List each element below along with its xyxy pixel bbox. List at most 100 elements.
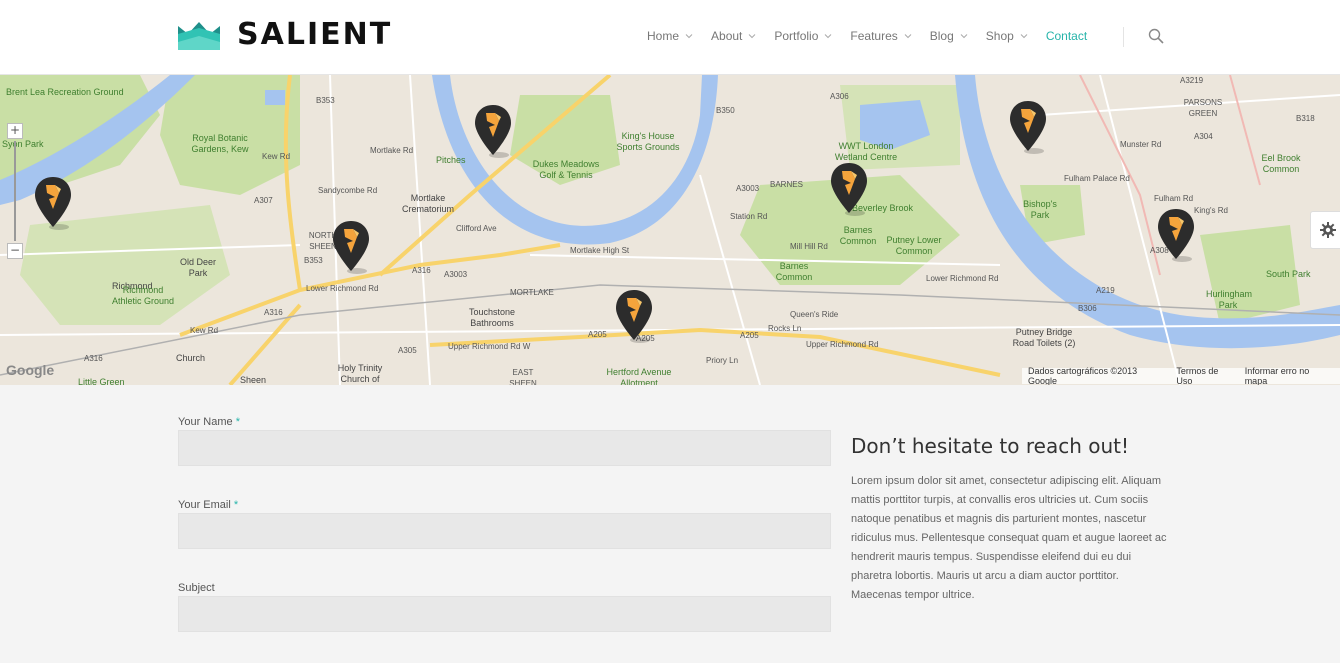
site-logo[interactable]: SALIENT [178, 20, 392, 50]
map-label: Church [176, 353, 206, 363]
map-marker-icon[interactable] [1156, 207, 1196, 263]
map-label: PARSONS GREEN [1183, 98, 1223, 118]
road-label: Munster Rd [1120, 140, 1162, 149]
road-label: Kew Rd [190, 326, 219, 335]
map-label: Old Deer Park [179, 257, 216, 278]
map-label: Sheen [240, 375, 267, 385]
road-label: B353 [304, 256, 323, 265]
road-label: Upper Richmond Rd W [448, 342, 531, 351]
road-label: Kew Rd [262, 152, 291, 161]
map-label: Putney Lower Common [886, 235, 942, 256]
map-data-credit: Dados cartográficos ©2013 Google [1028, 366, 1138, 385]
name-label: Your Name * [178, 414, 831, 430]
road-label: B350 [716, 106, 735, 115]
nav-label: Shop [985, 29, 1014, 43]
chevron-down-icon [960, 34, 968, 39]
map-canvas [0, 75, 1340, 385]
chevron-down-icon [904, 34, 912, 39]
road-label: A316 [84, 354, 103, 363]
map-label: Holy Trinity Church of England [337, 363, 383, 384]
nav-label: Contact [1045, 29, 1088, 43]
road-label: A219 [1096, 286, 1115, 295]
nav-home[interactable]: Home [647, 27, 693, 45]
road-label: B306 [1078, 304, 1097, 313]
required-marker: * [233, 499, 239, 511]
search-icon[interactable] [1148, 28, 1164, 44]
contact-form: Your Name * Your Email * Subject [178, 410, 831, 663]
road-label: A205 [740, 331, 759, 340]
map-label: King's House Sports Grounds [616, 131, 680, 152]
nav-label: Features [850, 29, 898, 43]
road-label: A304 [1194, 132, 1213, 141]
map-label: EAST SHEEN [509, 368, 537, 385]
map-marker-icon[interactable] [829, 161, 869, 217]
map-marker-icon[interactable] [33, 175, 73, 231]
road-label: A3219 [1180, 76, 1204, 85]
subject-input[interactable] [178, 596, 831, 632]
road-label: B318 [1296, 114, 1315, 123]
road-label: Queen's Ride [790, 310, 839, 319]
map-label: Little Green [78, 377, 125, 385]
nav-portfolio[interactable]: Portfolio [774, 27, 832, 45]
field-label-text: Subject [178, 582, 215, 594]
map-marker-icon[interactable] [614, 288, 654, 344]
chevron-down-icon [685, 34, 693, 39]
map-label: Touchstone Bathrooms [468, 307, 516, 328]
terms-link[interactable]: Termos de Uso [1176, 366, 1236, 385]
subject-field-group: Subject [178, 580, 831, 632]
road-label: A3003 [444, 270, 468, 279]
road-label: A316 [264, 308, 283, 317]
report-error-link[interactable]: Informar erro no mapa [1245, 366, 1334, 385]
map-label: Bishop's Park [1023, 199, 1057, 220]
contact-description: Lorem ipsum dolor sit amet, consectetur … [851, 475, 1167, 601]
name-input[interactable] [178, 430, 831, 466]
map-label: Dukes Meadows Golf & Tennis [532, 159, 600, 180]
settings-tab[interactable] [1310, 211, 1340, 249]
google-logo[interactable]: Google [6, 362, 54, 378]
nav-blog[interactable]: Blog [930, 27, 968, 45]
road-label: A205 [588, 330, 607, 339]
nav-label: Portfolio [774, 29, 819, 43]
road-label: Rocks Ln [768, 324, 802, 333]
road-label: Fulham Rd [1154, 194, 1194, 203]
road-label: Clifford Ave [456, 224, 497, 233]
map-marker-icon[interactable] [473, 103, 513, 159]
nav-label: About [711, 29, 743, 43]
map-label: Barnes Common [775, 261, 813, 282]
subject-label: Subject [178, 580, 831, 596]
email-field-group: Your Email * [178, 497, 831, 549]
logo-mark-icon [178, 22, 220, 50]
road-label: Upper Richmond Rd [806, 340, 879, 349]
email-label: Your Email * [178, 497, 831, 513]
zoom-out-button[interactable]: − [7, 243, 23, 259]
google-map[interactable]: Brent Lea Recreation Ground Syon Park Ro… [0, 75, 1340, 385]
road-label: Mill Hill Rd [790, 242, 828, 251]
road-label: A3003 [736, 184, 760, 193]
nav-contact[interactable]: Contact [1046, 27, 1087, 45]
chevron-down-icon [825, 34, 832, 39]
map-marker-icon[interactable] [331, 219, 371, 275]
nav-features[interactable]: Features [850, 27, 912, 45]
map-label: WWT London Wetland Centre [834, 141, 898, 162]
road-label: Mortlake Rd [370, 146, 414, 155]
email-input[interactable] [178, 513, 831, 549]
nav-about[interactable]: About [711, 27, 756, 45]
chevron-down-icon [1020, 34, 1028, 39]
map-label: Hurlingham Park [1206, 289, 1253, 310]
gear-icon [1320, 222, 1336, 238]
chevron-down-icon [749, 34, 756, 39]
road-label: Mortlake High St [570, 246, 630, 255]
map-label: Eel Brook Common [1261, 153, 1301, 174]
zoom-in-button[interactable]: + [7, 123, 23, 139]
map-label: Mortlake Crematorium [401, 193, 454, 214]
nav-shop[interactable]: Shop [986, 27, 1028, 45]
nav-label: Home [647, 29, 680, 43]
map-label: MORTLAKE [510, 288, 554, 297]
zoom-slider[interactable] [14, 141, 16, 241]
road-label: B353 [316, 96, 335, 105]
field-label-text: Your Email [178, 499, 231, 511]
road-label: Sandycombe Rd [318, 186, 378, 195]
map-attribution: Dados cartográficos ©2013 Google Termos … [1022, 366, 1340, 385]
map-label: BARNES [770, 180, 803, 189]
map-marker-icon[interactable] [1008, 99, 1048, 155]
